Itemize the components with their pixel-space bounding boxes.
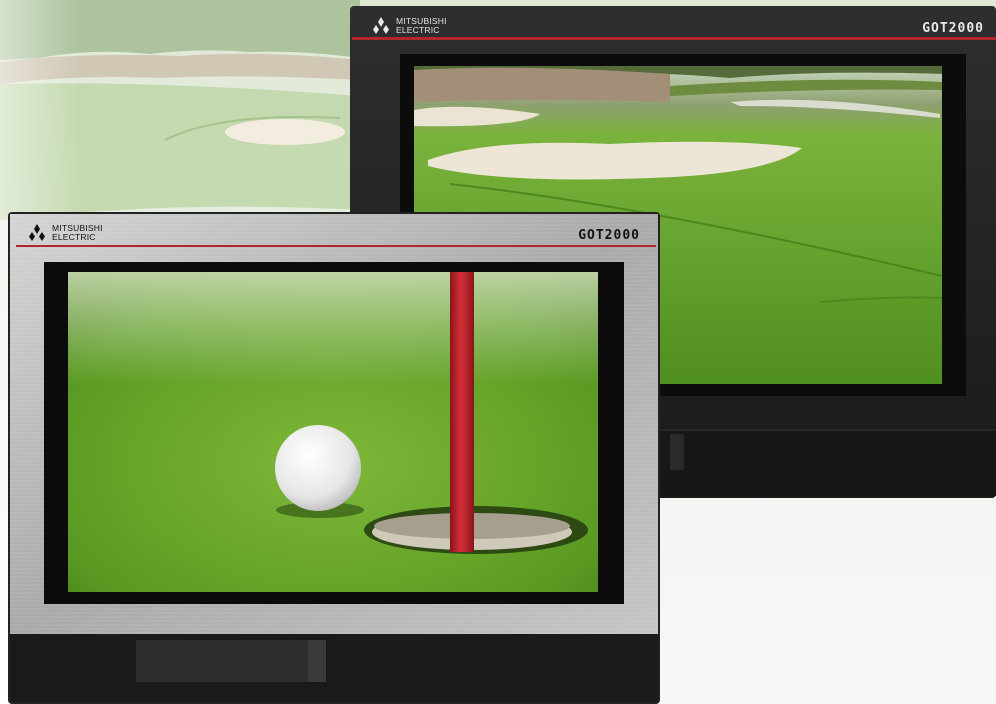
front-model-name: GOT2000	[578, 228, 640, 243]
back-brand-logo: MITSUBISHI ELECTRIC	[370, 17, 447, 35]
front-brand-line2: ELECTRIC	[52, 232, 96, 242]
front-unit-body	[8, 212, 660, 704]
front-brand-logo: MITSUBISHI ELECTRIC	[26, 224, 103, 242]
back-model-name: GOT2000	[922, 21, 984, 36]
front-hmi-unit: MITSUBISHI ELECTRIC GOT2000	[8, 212, 660, 704]
mitsubishi-diamonds-icon	[29, 224, 45, 241]
back-brand-line2: ELECTRIC	[396, 25, 440, 35]
mitsubishi-diamonds-icon	[373, 17, 389, 34]
